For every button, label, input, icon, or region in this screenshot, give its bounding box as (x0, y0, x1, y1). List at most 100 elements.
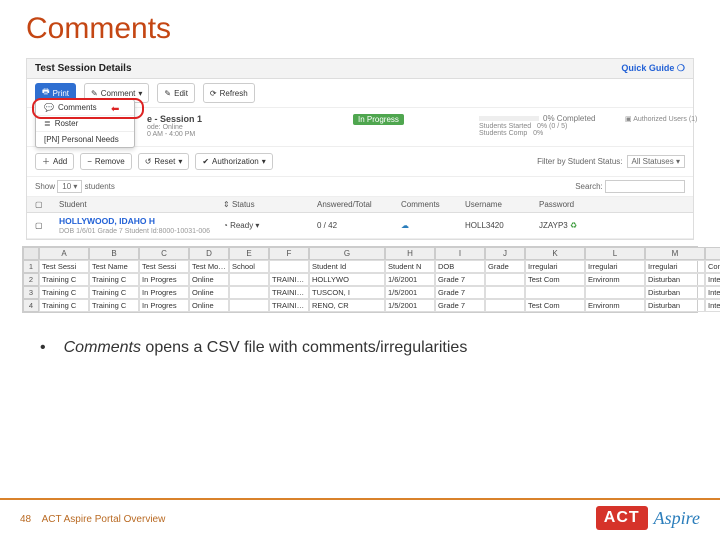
col-password: Password (539, 200, 599, 209)
excel-cell (485, 286, 525, 299)
excel-col-letter: I (435, 247, 485, 260)
excel-cell: Environm (585, 299, 645, 312)
excel-cell: In Progres (139, 286, 189, 299)
excel-cell: Training C (39, 273, 89, 286)
excel-col-letter: M (645, 247, 705, 260)
act-logo: ACT (596, 506, 648, 530)
excel-cell: TRAINING 5004-4000 (269, 286, 309, 299)
excel-row-num: 1 (23, 260, 39, 273)
excel-cell (229, 286, 269, 299)
excel-row-num: 4 (23, 299, 39, 312)
excel-cell: Internet c (705, 273, 720, 286)
excel-cell: Test Com (525, 273, 585, 286)
excel-col-letter: N (705, 247, 720, 260)
screenshot-panel: Test Session Details Quick Guide ❍ 🖶 Pri… (26, 58, 694, 240)
excel-cell: Student N (385, 260, 435, 273)
session-name: e - Session 1 (147, 114, 347, 124)
excel-cell (585, 286, 645, 299)
remove-button[interactable]: − Remove (80, 153, 131, 170)
excel-cell: 1/5/2001 (385, 299, 435, 312)
progress-bar: 0% Completed (479, 114, 619, 123)
edit-button[interactable]: ✎ Edit (157, 83, 195, 103)
excel-col-letter: J (485, 247, 525, 260)
status-badge: In Progress (353, 114, 404, 125)
excel-cell: In Progres (139, 299, 189, 312)
excel-col-letter: L (585, 247, 645, 260)
excel-col-letter: E (229, 247, 269, 260)
excel-cell: Training C (39, 299, 89, 312)
row-answered: 0 / 42 (317, 221, 397, 230)
row-comments-icon[interactable]: ☁ (401, 221, 461, 230)
excel-cell: Disturban (645, 273, 705, 286)
bullet-dot-icon: • (40, 339, 46, 357)
excel-col-letter: B (89, 247, 139, 260)
list-controls: Show 10 ▾ students Search: (27, 177, 693, 197)
refresh-button[interactable]: ⟳ Refresh (203, 83, 255, 103)
excel-cell: Student Id (309, 260, 385, 273)
excel-cell: Training C (39, 286, 89, 299)
checkbox-all[interactable]: ▢ (35, 200, 55, 209)
excel-cell: Environm (585, 273, 645, 286)
filter-select[interactable]: All Statuses ▾ (627, 155, 686, 168)
help-icon: ❍ (677, 63, 685, 73)
recycle-icon[interactable]: ♻ (570, 221, 577, 230)
excel-cell: Internet c (705, 299, 720, 312)
excel-cell: Internet c (705, 286, 720, 299)
excel-cell: Online (189, 286, 229, 299)
excel-row-num: 3 (23, 286, 39, 299)
excel-cell (485, 299, 525, 312)
excel-cell: Training C (89, 299, 139, 312)
excel-cell: Test Com (525, 299, 585, 312)
excel-cell: Irregulari (585, 260, 645, 273)
bullet-point: • Comments opens a CSV file with comment… (40, 339, 680, 357)
col-comments: Comments (401, 200, 461, 209)
col-status[interactable]: ⇕ Status (223, 200, 313, 209)
slide-footer: 48 ACT Aspire Portal Overview ACT Aspire (0, 498, 720, 540)
session-time: 0 AM - 4:00 PM (147, 131, 347, 138)
excel-cell: Grade (485, 260, 525, 273)
dropdown-item-pn[interactable]: [PN] Personal Needs (36, 132, 134, 147)
excel-cell: Test Sessi (39, 260, 89, 273)
row-status[interactable]: ◔ Ready ▾ (223, 221, 313, 230)
panel-header: Test Session Details Quick Guide ❍ (27, 59, 693, 79)
dropdown-item-roster[interactable]: ≣ Roster (36, 116, 134, 132)
row-checkbox[interactable]: ▢ (35, 221, 55, 230)
slide-title: Comments (0, 0, 720, 50)
excel-cell: RENO, CR (309, 299, 385, 312)
excel-cell: TRAINING 5004-4000 (269, 299, 309, 312)
excel-col-letter: H (385, 247, 435, 260)
col-username: Username (465, 200, 535, 209)
excel-cell: Test Mode (189, 260, 229, 273)
excel-cell: Online (189, 273, 229, 286)
reset-button[interactable]: ↺ Reset ▾ (138, 153, 190, 170)
slide-number: 48 (20, 514, 31, 525)
excel-cell: Grade 7 (435, 299, 485, 312)
col-student[interactable]: Student (59, 200, 219, 209)
excel-cell: Disturban (645, 299, 705, 312)
student-toolbar: ＋ Add − Remove ↺ Reset ▾ ✔ Authorization… (27, 147, 693, 177)
student-meta: DOB 1/6/01 Grade 7 Student Id:8000-10031… (59, 228, 210, 235)
excel-cell: In Progres (139, 273, 189, 286)
excel-cell: Test Sessi (139, 260, 189, 273)
panel-title: Test Session Details (35, 63, 132, 74)
excel-cell (269, 260, 309, 273)
excel-cell: Training C (89, 286, 139, 299)
excel-cell: HOLLYWO (309, 273, 385, 286)
col-answered: Answered/Total (317, 200, 397, 209)
show-count-select[interactable]: 10 ▾ (57, 180, 82, 193)
excel-col-letter: D (189, 247, 229, 260)
excel-cell: Commen (705, 260, 720, 273)
quick-guide-link[interactable]: Quick Guide ❍ (621, 63, 685, 74)
search-input[interactable] (605, 180, 685, 193)
excel-col-letter (23, 247, 39, 260)
student-name[interactable]: HOLLYWOOD, IDAHO H (59, 216, 155, 226)
excel-col-letter: A (39, 247, 89, 260)
excel-cell: Training C (89, 273, 139, 286)
excel-cell: Test Name (89, 260, 139, 273)
add-button[interactable]: ＋ Add (35, 153, 74, 170)
excel-cell: School (229, 260, 269, 273)
authorized-users[interactable]: ▣ Authorized Users (1) (625, 116, 697, 123)
excel-cell (229, 299, 269, 312)
authorization-button[interactable]: ✔ Authorization ▾ (195, 153, 272, 170)
excel-cell (485, 273, 525, 286)
